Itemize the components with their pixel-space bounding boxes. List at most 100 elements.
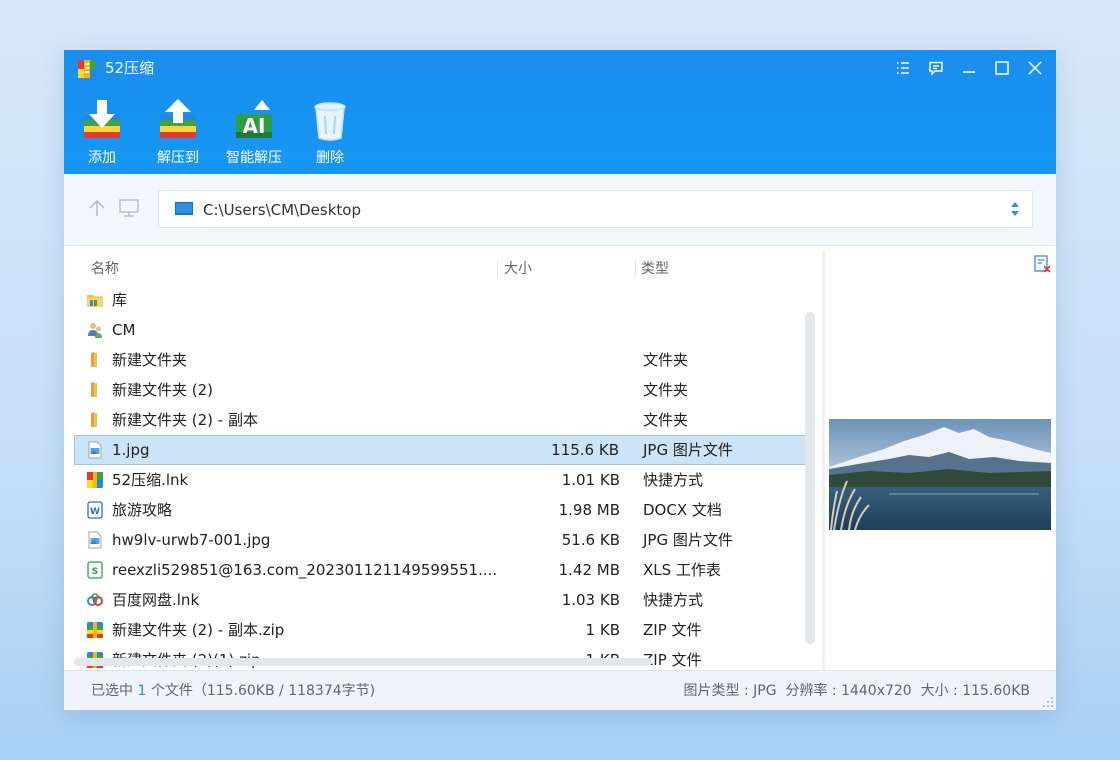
file-type: 文件夹 xyxy=(643,381,689,399)
status-suffix: 个文件（115.60KB / 118374字节) xyxy=(146,683,376,699)
menu-list-icon[interactable] xyxy=(892,57,914,79)
desktop-icon xyxy=(175,202,193,215)
delete-button[interactable]: 删除 xyxy=(294,98,366,170)
file-row[interactable]: 1.jpg 115.6 KB JPG 图片文件 xyxy=(74,435,806,465)
svg-text:AI: AI xyxy=(243,114,266,138)
path-input[interactable]: C:\Users\CM\Desktop xyxy=(158,190,1033,228)
header: 52压缩 添加 解压到 AI 智能解压 删除 xyxy=(64,50,1056,174)
column-divider[interactable] xyxy=(635,261,636,277)
file-row[interactable]: 百度网盘.lnk 1.03 KB 快捷方式 xyxy=(74,585,806,615)
add-label: 添加 xyxy=(88,150,116,166)
column-header-name[interactable]: 名称 xyxy=(91,259,119,279)
svg-text:S: S xyxy=(92,567,98,577)
file-size: 1.01 KB xyxy=(561,471,620,489)
preview-image xyxy=(829,419,1051,530)
feedback-icon[interactable] xyxy=(925,57,947,79)
file-name: 新建文件夹 (2) - 副本 xyxy=(112,411,258,429)
file-name: 52压缩.lnk xyxy=(112,471,189,489)
close-preview-icon[interactable] xyxy=(1033,255,1051,273)
smart-extract-button[interactable]: AI 智能解压 xyxy=(218,98,290,170)
file-type: XLS 工作表 xyxy=(643,561,721,579)
add-button[interactable]: 添加 xyxy=(66,98,138,170)
file-type: ZIP 文件 xyxy=(643,621,702,639)
file-name: 库 xyxy=(112,291,128,309)
status-bar: 已选中 1 个文件（115.60KB / 118374字节) 图片类型 : JP… xyxy=(64,670,1056,710)
folder-icon xyxy=(86,381,104,399)
file-name: 百度网盘.lnk xyxy=(112,591,200,609)
folder-icon xyxy=(86,351,104,369)
file-type: 快捷方式 xyxy=(643,471,704,489)
file-type: 快捷方式 xyxy=(643,591,704,609)
up-arrow-icon[interactable] xyxy=(85,196,109,220)
file-row[interactable]: 新建文件夹 (2) - 副本 文件夹 xyxy=(74,405,806,435)
file-size: 1 KB xyxy=(585,621,620,639)
file-type: JPG 图片文件 xyxy=(643,441,733,459)
computer-icon[interactable] xyxy=(117,196,141,220)
library-folder-icon xyxy=(86,291,104,309)
file-row[interactable]: 库 xyxy=(74,285,806,315)
smart-extract-label: 智能解压 xyxy=(226,150,282,166)
file-size: 115.6 KB xyxy=(551,441,619,459)
file-name: hw9lv-urwb7-001.jpg xyxy=(112,531,271,549)
vertical-scrollbar[interactable] xyxy=(805,312,815,644)
file-row[interactable]: 新建文件夹 (2) 文件夹 xyxy=(74,375,806,405)
file-type: JPG 图片文件 xyxy=(643,531,733,549)
extract-to-button[interactable]: 解压到 xyxy=(142,98,214,170)
status-prefix: 已选中 xyxy=(91,683,138,699)
add-icon xyxy=(84,100,120,138)
zip-archive-icon xyxy=(86,621,104,639)
file-name: 1.jpg xyxy=(112,441,150,459)
file-list: 名称 大小 类型 库 CM 新建文件夹 文件夹 新建文件夹 (2) 文件夹 新建文件夹 (2… xyxy=(64,247,824,670)
path-bar: C:\Users\CM\Desktop xyxy=(64,174,1056,246)
resize-grip-icon[interactable] xyxy=(1042,696,1054,708)
file-size: 51.6 KB xyxy=(561,531,620,549)
file-name: reexzli529851@163.com_202301121149599551… xyxy=(112,561,498,579)
extract-icon xyxy=(160,99,196,138)
file-row[interactable]: CM xyxy=(74,315,806,345)
trash-icon xyxy=(314,102,346,141)
file-row[interactable]: 新建文件夹 文件夹 xyxy=(74,345,806,375)
file-name: 新建文件夹 (2) xyxy=(112,381,214,399)
file-name: 新建文件夹 (2) - 副本.zip xyxy=(112,621,285,639)
file-row[interactable]: 52压缩.lnk 1.01 KB 快捷方式 xyxy=(74,465,806,495)
file-type: DOCX 文档 xyxy=(643,501,722,519)
svg-text:W: W xyxy=(90,507,100,517)
ai-extract-icon: AI xyxy=(236,100,272,138)
spreadsheet-icon: S xyxy=(86,561,104,579)
column-divider[interactable] xyxy=(497,261,498,277)
file-row[interactable]: W 旅游攻略 1.98 MB DOCX 文档 xyxy=(74,495,806,525)
preview-pane xyxy=(825,247,1056,670)
file-name: 旅游攻略 xyxy=(112,501,173,519)
file-name: 新建文件夹 xyxy=(112,351,188,369)
close-icon[interactable] xyxy=(1024,57,1046,79)
maximize-icon[interactable] xyxy=(991,57,1013,79)
file-row[interactable]: 新建文件夹 (2) - 副本.zip 1 KB ZIP 文件 xyxy=(74,615,806,645)
delete-label: 删除 xyxy=(316,150,344,166)
horizontal-scrollbar[interactable] xyxy=(74,658,652,666)
image-file-icon xyxy=(86,531,104,549)
extract-to-label: 解压到 xyxy=(157,150,199,166)
column-header-type[interactable]: 类型 xyxy=(641,259,669,279)
app-logo-icon xyxy=(78,60,96,78)
minimize-icon[interactable] xyxy=(958,57,980,79)
file-row[interactable]: hw9lv-urwb7-001.jpg 51.6 KB JPG 图片文件 xyxy=(74,525,806,555)
file-row[interactable]: Sreexzli529851@163.com_20230112114959955… xyxy=(74,555,806,585)
path-value: C:\Users\CM\Desktop xyxy=(203,201,361,219)
landscape-preview-image xyxy=(829,419,1051,530)
folder-icon xyxy=(86,411,104,429)
app-window: 52压缩 添加 解压到 AI 智能解压 删除 C:\Users\CM\Deskt… xyxy=(64,50,1056,710)
archive-app-icon xyxy=(86,471,104,489)
file-size: 1.03 KB xyxy=(561,591,620,609)
file-name: CM xyxy=(112,321,136,339)
path-dropdown-icon[interactable] xyxy=(1010,201,1020,217)
cloud-drive-icon xyxy=(86,591,104,609)
file-size: 1.42 MB xyxy=(558,561,620,579)
image-file-icon xyxy=(86,441,104,459)
file-type: 文件夹 xyxy=(643,411,689,429)
column-header-size[interactable]: 大小 xyxy=(504,259,532,279)
user-folder-icon xyxy=(86,321,104,339)
file-info-status: 图片类型 : JPG 分辨率 : 1440x720 大小 : 115.60KB xyxy=(683,683,1030,699)
file-size: 1.98 MB xyxy=(558,501,620,519)
word-doc-icon: W xyxy=(86,501,104,519)
window-title: 52压缩 xyxy=(105,59,155,77)
